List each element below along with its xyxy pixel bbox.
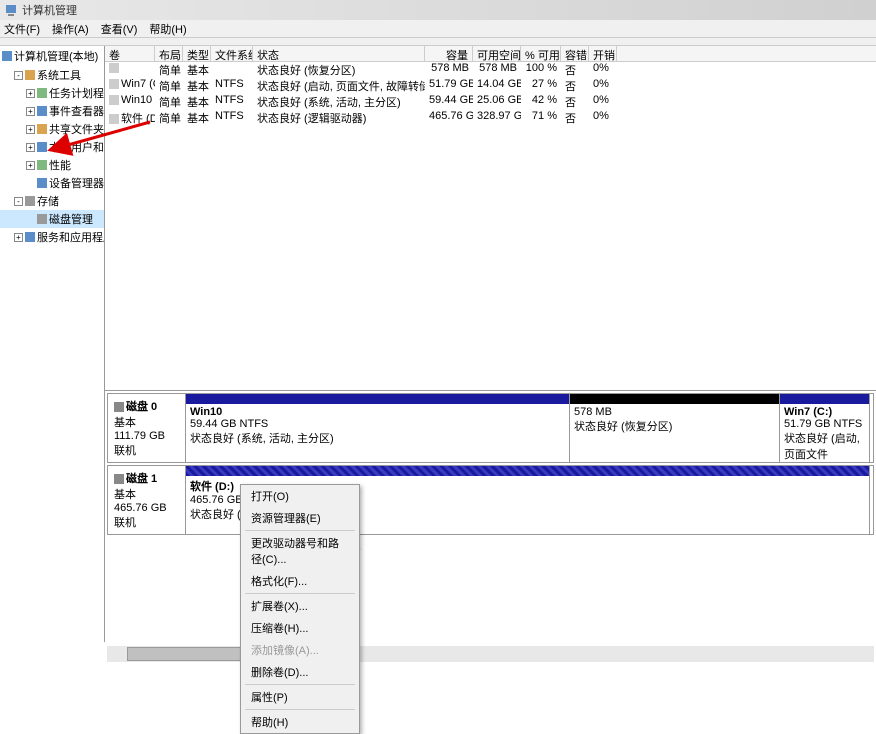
tree-users[interactable]: + 本地用户和组: [0, 138, 104, 156]
ctx-open[interactable]: 打开(O): [241, 485, 359, 507]
menu-action[interactable]: 操作(A): [52, 21, 89, 37]
expand-icon[interactable]: +: [14, 233, 23, 242]
partition-stripe: [186, 394, 569, 404]
tree-eventviewer[interactable]: + 事件查看器: [0, 102, 104, 120]
tree-services[interactable]: + 服务和应用程序: [0, 228, 104, 246]
menu-help[interactable]: 帮助(H): [149, 21, 186, 37]
header-fs[interactable]: 文件系统: [211, 46, 253, 61]
separator: [245, 530, 355, 531]
table-header: 卷 布局 类型 文件系统 状态 容量 可用空间 % 可用 容错 开销: [105, 46, 876, 62]
header-type[interactable]: 类型: [183, 46, 211, 61]
partition[interactable]: Win7 (C:)51.79 GB NTFS状态良好 (启动, 页面文件: [780, 394, 870, 462]
tree-storage[interactable]: - 存储: [0, 192, 104, 210]
header-overhead[interactable]: 开销: [589, 46, 617, 61]
volume-icon: [109, 79, 119, 89]
header-pct[interactable]: % 可用: [521, 46, 561, 61]
disk-graphic-panel: 磁盘 0基本111.79 GB联机Win1059.44 GB NTFS状态良好 …: [105, 391, 876, 642]
table-row[interactable]: Win7 (C:) 简单 基本 NTFS 状态良好 (启动, 页面文件, 故障转…: [105, 78, 876, 94]
ctx-help[interactable]: 帮助(H): [241, 711, 359, 733]
header-status[interactable]: 状态: [253, 46, 425, 61]
ctx-shrink[interactable]: 压缩卷(H)...: [241, 617, 359, 639]
tree-devmgr[interactable]: 设备管理器: [0, 174, 104, 192]
app-icon: [4, 3, 18, 17]
menu-view[interactable]: 查看(V): [101, 21, 138, 37]
partition-stripe: [570, 394, 779, 404]
header-capacity[interactable]: 容量: [425, 46, 473, 61]
perf-icon: [37, 160, 47, 170]
computer-icon: [2, 51, 12, 61]
volume-icon: [109, 114, 119, 124]
folder-icon: [37, 124, 47, 134]
expand-icon[interactable]: +: [26, 125, 35, 134]
header-free[interactable]: 可用空间: [473, 46, 521, 61]
disk-row: 磁盘 0基本111.79 GB联机Win1059.44 GB NTFS状态良好 …: [107, 393, 874, 463]
volume-icon: [109, 95, 119, 105]
ctx-mirror: 添加镜像(A)...: [241, 639, 359, 661]
users-icon: [37, 142, 47, 152]
partition-stripe: [780, 394, 869, 404]
tree-diskmgmt[interactable]: 磁盘管理: [0, 210, 104, 228]
context-menu: 打开(O) 资源管理器(E) 更改驱动器号和路径(C)... 格式化(F)...…: [240, 484, 360, 734]
tree-root[interactable]: 计算机管理(本地): [0, 46, 104, 66]
table-row[interactable]: 简单 基本 状态良好 (恢复分区) 578 MB 578 MB 100 % 否 …: [105, 62, 876, 78]
ctx-delete[interactable]: 删除卷(D)...: [241, 661, 359, 683]
expand-icon[interactable]: +: [26, 161, 35, 170]
disk-icon: [114, 402, 124, 412]
collapse-icon[interactable]: -: [14, 197, 23, 206]
scheduler-icon: [37, 88, 47, 98]
separator: [245, 593, 355, 594]
partition[interactable]: 578 MB状态良好 (恢复分区): [570, 394, 780, 462]
event-icon: [37, 106, 47, 116]
services-icon: [25, 232, 35, 242]
ctx-format[interactable]: 格式化(F)...: [241, 570, 359, 592]
table-row[interactable]: Win10 简单 基本 NTFS 状态良好 (系统, 活动, 主分区) 59.4…: [105, 94, 876, 110]
expand-icon[interactable]: +: [26, 107, 35, 116]
separator: [245, 684, 355, 685]
partition-stripe: [186, 466, 869, 476]
tree-shared[interactable]: + 共享文件夹: [0, 120, 104, 138]
disk-info[interactable]: 磁盘 0基本111.79 GB联机: [108, 394, 186, 462]
ctx-props[interactable]: 属性(P): [241, 686, 359, 708]
disk-icon: [37, 214, 47, 224]
partition[interactable]: Win1059.44 GB NTFS状态良好 (系统, 活动, 主分区): [186, 394, 570, 462]
header-layout[interactable]: 布局: [155, 46, 183, 61]
disk-icon: [114, 474, 124, 484]
device-icon: [37, 178, 47, 188]
ctx-explorer[interactable]: 资源管理器(E): [241, 507, 359, 529]
disk-info[interactable]: 磁盘 1基本465.76 GB联机: [108, 466, 186, 534]
window-titlebar: 计算机管理: [0, 0, 876, 20]
header-fault[interactable]: 容错: [561, 46, 589, 61]
tools-icon: [25, 70, 35, 80]
menu-file[interactable]: 文件(F): [4, 21, 40, 37]
ctx-change-letter[interactable]: 更改驱动器号和路径(C)...: [241, 532, 359, 570]
collapse-icon[interactable]: -: [14, 71, 23, 80]
disk-row: 磁盘 1基本465.76 GB联机软件 (D:)465.76 GB状态良好 (: [107, 465, 874, 535]
tree-scheduler[interactable]: + 任务计划程序: [0, 84, 104, 102]
header-volume[interactable]: 卷: [105, 46, 155, 61]
expand-icon[interactable]: +: [26, 89, 35, 98]
menubar: 文件(F) 操作(A) 查看(V) 帮助(H): [0, 20, 876, 38]
table-row[interactable]: 软件 (D:) 简单 基本 NTFS 状态良好 (逻辑驱动器) 465.76 G…: [105, 110, 876, 126]
window-title: 计算机管理: [22, 2, 77, 18]
volume-list[interactable]: 卷 布局 类型 文件系统 状态 容量 可用空间 % 可用 容错 开销 简单 基本…: [105, 46, 876, 391]
horizontal-scrollbar[interactable]: [107, 646, 874, 662]
tree-systools[interactable]: - 系统工具: [0, 66, 104, 84]
volume-icon: [109, 63, 119, 73]
ctx-extend[interactable]: 扩展卷(X)...: [241, 595, 359, 617]
toolbar: [0, 38, 876, 46]
storage-icon: [25, 196, 35, 206]
expand-icon[interactable]: +: [26, 143, 35, 152]
tree-perf[interactable]: + 性能: [0, 156, 104, 174]
separator: [245, 709, 355, 710]
navigation-tree[interactable]: 计算机管理(本地) - 系统工具 + 任务计划程序 + 事件查看器 + 共享文件…: [0, 46, 105, 642]
